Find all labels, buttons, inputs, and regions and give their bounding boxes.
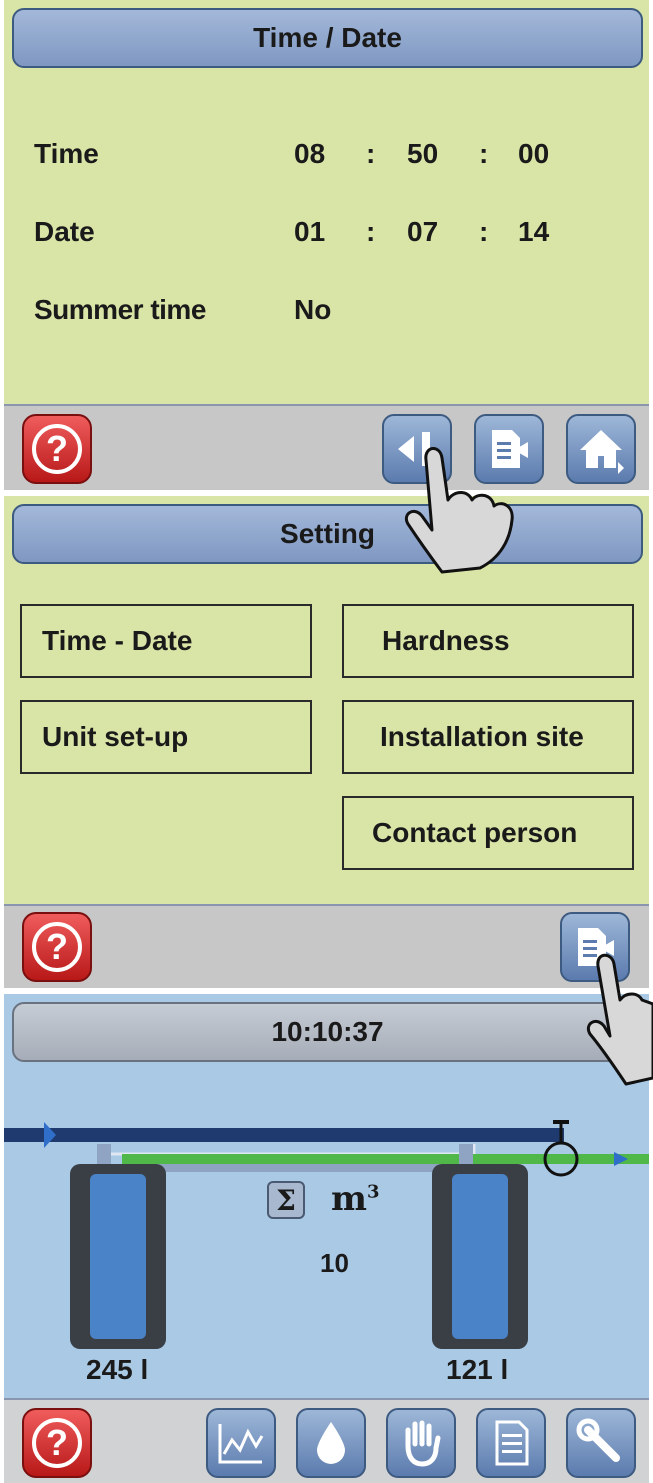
- service-button[interactable]: [566, 1408, 636, 1478]
- summer-time-value[interactable]: No: [294, 294, 331, 326]
- unit-setup-button[interactable]: Unit set-up: [20, 700, 312, 774]
- home-button[interactable]: [566, 414, 636, 484]
- hand-icon: [405, 1420, 441, 1467]
- date-month[interactable]: 07: [407, 216, 438, 248]
- sum-value: 10: [320, 1248, 349, 1278]
- chart-button[interactable]: [206, 1408, 276, 1478]
- time-separator: :: [479, 138, 489, 169]
- time-hours[interactable]: 08: [294, 138, 325, 170]
- water-drop-icon: [317, 1422, 345, 1464]
- menu-return-button[interactable]: [560, 912, 630, 982]
- date-day[interactable]: 01: [294, 216, 325, 248]
- page-title: Setting: [12, 504, 643, 564]
- plant-diagram: Σ: [4, 1120, 649, 1349]
- installation-site-button[interactable]: Installation site: [342, 700, 634, 774]
- time-date-button[interactable]: Time - Date: [20, 604, 312, 678]
- overview-screen: 10:10:37 Σ m3 10 245 l 121 l ?: [4, 994, 649, 1483]
- time-separator: :: [366, 138, 376, 169]
- back-button[interactable]: [382, 414, 452, 484]
- help-button[interactable]: ?: [22, 414, 92, 484]
- help-icon: ?: [32, 922, 82, 972]
- menu-return-icon: [578, 928, 614, 966]
- help-button[interactable]: ?: [22, 1408, 92, 1478]
- menu-return-icon: [492, 430, 528, 468]
- overview-panel: 10:10:37 Σ m3 10 245 l 121 l: [4, 994, 649, 1398]
- time-minutes[interactable]: 50: [407, 138, 438, 170]
- setting-panel: Setting Time - Date Hardness Unit set-up…: [4, 496, 649, 904]
- document-icon: [495, 1420, 529, 1466]
- hardness-button[interactable]: Hardness: [342, 604, 634, 678]
- flow-arrow-icon: [44, 1122, 56, 1148]
- help-icon: ?: [32, 424, 82, 474]
- help-icon: ?: [32, 1418, 82, 1468]
- footer-bar: ?: [4, 904, 649, 988]
- time-date-screen: Time / Date Time 08 : 50 : 00 Date 01 : …: [4, 0, 649, 490]
- home-icon: [580, 430, 624, 474]
- setting-screen: Setting Time - Date Hardness Unit set-up…: [4, 496, 649, 988]
- footer-bar: ?: [4, 404, 649, 490]
- date-separator: :: [479, 216, 489, 247]
- contact-person-button[interactable]: Contact person: [342, 796, 634, 870]
- menu-return-button[interactable]: [474, 414, 544, 484]
- sum-unit: m3: [331, 1179, 380, 1219]
- date-separator: :: [366, 216, 376, 247]
- water-button[interactable]: [296, 1408, 366, 1478]
- time-date-panel: Time / Date Time 08 : 50 : 00 Date 01 : …: [4, 0, 649, 404]
- svg-text:Σ: Σ: [276, 1184, 296, 1217]
- bypass-pipe: [102, 1144, 476, 1156]
- date-label: Date: [34, 216, 95, 247]
- summer-time-label: Summer time: [34, 294, 206, 325]
- date-year[interactable]: 14: [518, 216, 549, 248]
- time-label: Time: [34, 138, 99, 169]
- chart-icon: [218, 1424, 264, 1464]
- time-seconds[interactable]: 00: [518, 138, 549, 170]
- wrench-icon: [576, 1418, 620, 1462]
- document-button[interactable]: [476, 1408, 546, 1478]
- tank-left-volume: 245 l: [86, 1354, 149, 1385]
- page-title: Time / Date: [12, 8, 643, 68]
- manual-button[interactable]: [386, 1408, 456, 1478]
- back-icon: [398, 432, 430, 466]
- connector-pipe: [122, 1164, 487, 1172]
- footer-bar: ?: [4, 1398, 649, 1483]
- inlet-pipe: [4, 1128, 564, 1142]
- tank-right-volume: 121 l: [446, 1354, 509, 1385]
- help-button[interactable]: ?: [22, 912, 92, 982]
- outlet-pipe: [122, 1154, 649, 1164]
